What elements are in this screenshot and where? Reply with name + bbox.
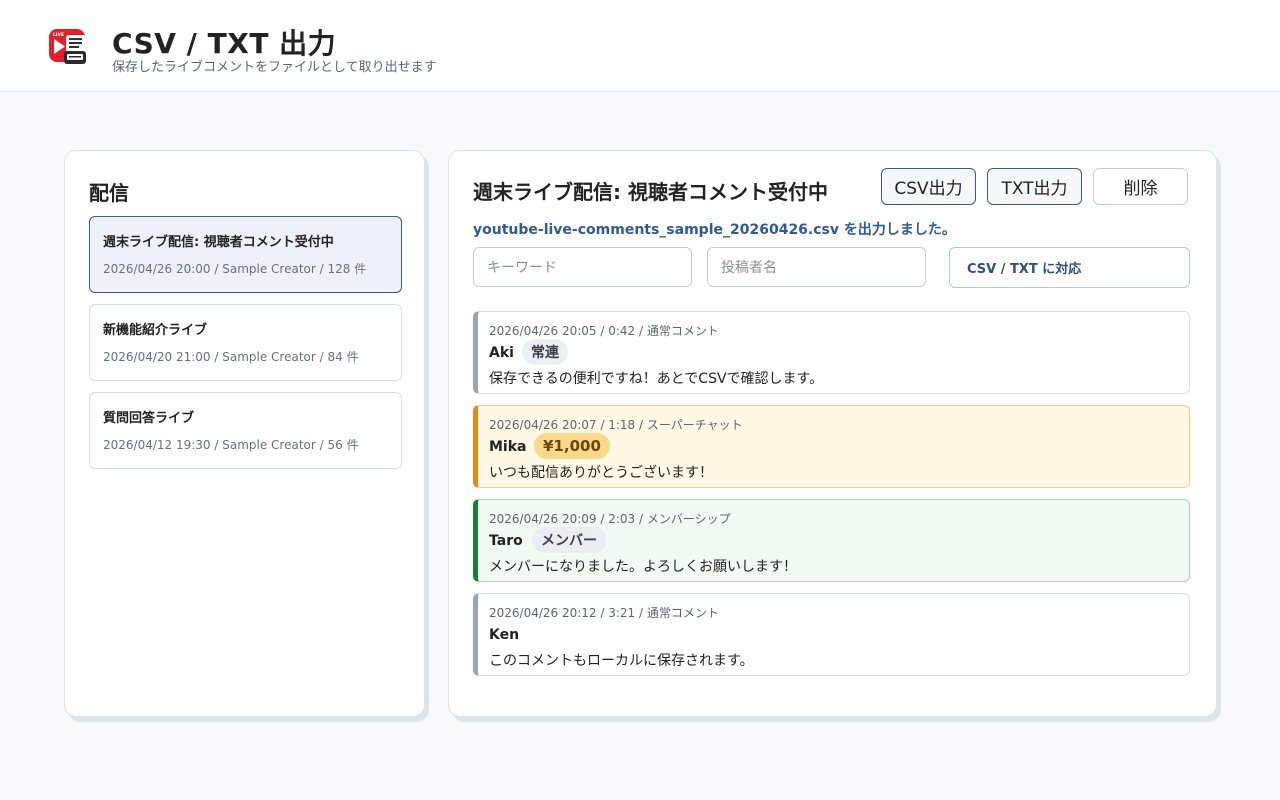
comment-text: いつも配信ありがとうございます！ <box>489 465 713 481</box>
comment-meta: 2026/04/26 20:12 / 3:21 / 通常コメント <box>489 606 719 620</box>
stream-item-weekend-live[interactable]: 週末ライブ配信: 視聴者コメント受付中 2026/04/26 20:00 / S… <box>89 216 402 293</box>
comment-item: 2026/04/26 20:05 / 0:42 / 通常コメント Aki 常連 … <box>473 311 1190 394</box>
stream-list-panel: 配信 週末ライブ配信: 視聴者コメント受付中 2026/04/26 20:00 … <box>64 150 425 717</box>
comment-item-superchat: 2026/04/26 20:07 / 1:18 / スーパーチャット Mika … <box>473 405 1190 488</box>
stream-name: 新機能紹介ライブ <box>103 323 208 338</box>
member-badge: メンバー <box>532 527 606 553</box>
superchat-amount-badge: ¥1,000 <box>534 433 610 459</box>
keyword-search-input[interactable]: キーワード <box>473 247 692 287</box>
app-header: LIVE CSV / TXT 出力 保存したライブコメントをファイルとして取り出… <box>0 0 1280 92</box>
txt-export-button[interactable]: TXT出力 <box>987 168 1082 205</box>
comment-text: メンバーになりました。よろしくお願いします！ <box>489 559 797 575</box>
comment-author: Ken <box>489 627 520 643</box>
stream-name: 週末ライブ配信: 視聴者コメント受付中 <box>103 235 334 250</box>
comment-meta: 2026/04/26 20:09 / 2:03 / メンバーシップ <box>489 512 731 526</box>
stream-name: 質問回答ライブ <box>103 411 195 426</box>
comment-author: Mika <box>489 439 527 455</box>
stream-item-qa-live[interactable]: 質問回答ライブ 2026/04/12 19:30 / Sample Creato… <box>89 392 402 469</box>
stream-meta: 2026/04/26 20:00 / Sample Creator / 128 … <box>103 262 367 276</box>
csv-export-button[interactable]: CSV出力 <box>881 168 976 205</box>
comment-author: Taro <box>489 533 523 549</box>
live-comment-logo-icon: LIVE <box>49 29 86 64</box>
comment-text: このコメントもローカルに保存されます。 <box>489 653 754 669</box>
stream-meta: 2026/04/12 19:30 / Sample Creator / 56 件 <box>103 438 359 452</box>
stream-item-feature-live[interactable]: 新機能紹介ライブ 2026/04/20 21:00 / Sample Creat… <box>89 304 402 381</box>
stream-meta: 2026/04/20 21:00 / Sample Creator / 84 件 <box>103 350 359 364</box>
comment-meta: 2026/04/26 20:05 / 0:42 / 通常コメント <box>489 324 719 338</box>
comment-text: 保存できるの便利ですね！あとでCSVで確認します。 <box>489 371 824 387</box>
author-filter-input[interactable]: 投稿者名 <box>707 247 926 287</box>
comment-badge: 常連 <box>522 339 568 365</box>
delete-button[interactable]: 削除 <box>1093 168 1188 205</box>
comment-item-member: 2026/04/26 20:09 / 2:03 / メンバーシップ Taro メ… <box>473 499 1190 582</box>
app-subtitle: 保存したライブコメントをファイルとして取り出せます <box>112 60 437 75</box>
stream-list-title: 配信 <box>89 181 129 205</box>
comment-item: 2026/04/26 20:12 / 3:21 / 通常コメント Ken このコ… <box>473 593 1190 676</box>
export-status-message: youtube-live-comments_sample_20260426.cs… <box>473 222 956 238</box>
comment-author: Aki <box>489 345 514 361</box>
format-support-label: CSV / TXT に対応 <box>949 247 1190 288</box>
stream-detail-title: 週末ライブ配信: 視聴者コメント受付中 <box>473 180 828 204</box>
comment-meta: 2026/04/26 20:07 / 1:18 / スーパーチャット <box>489 418 743 432</box>
logo-live-text: LIVE <box>53 32 64 38</box>
stream-detail-panel: 週末ライブ配信: 視聴者コメント受付中 CSV出力 TXT出力 削除 youtu… <box>448 150 1217 717</box>
